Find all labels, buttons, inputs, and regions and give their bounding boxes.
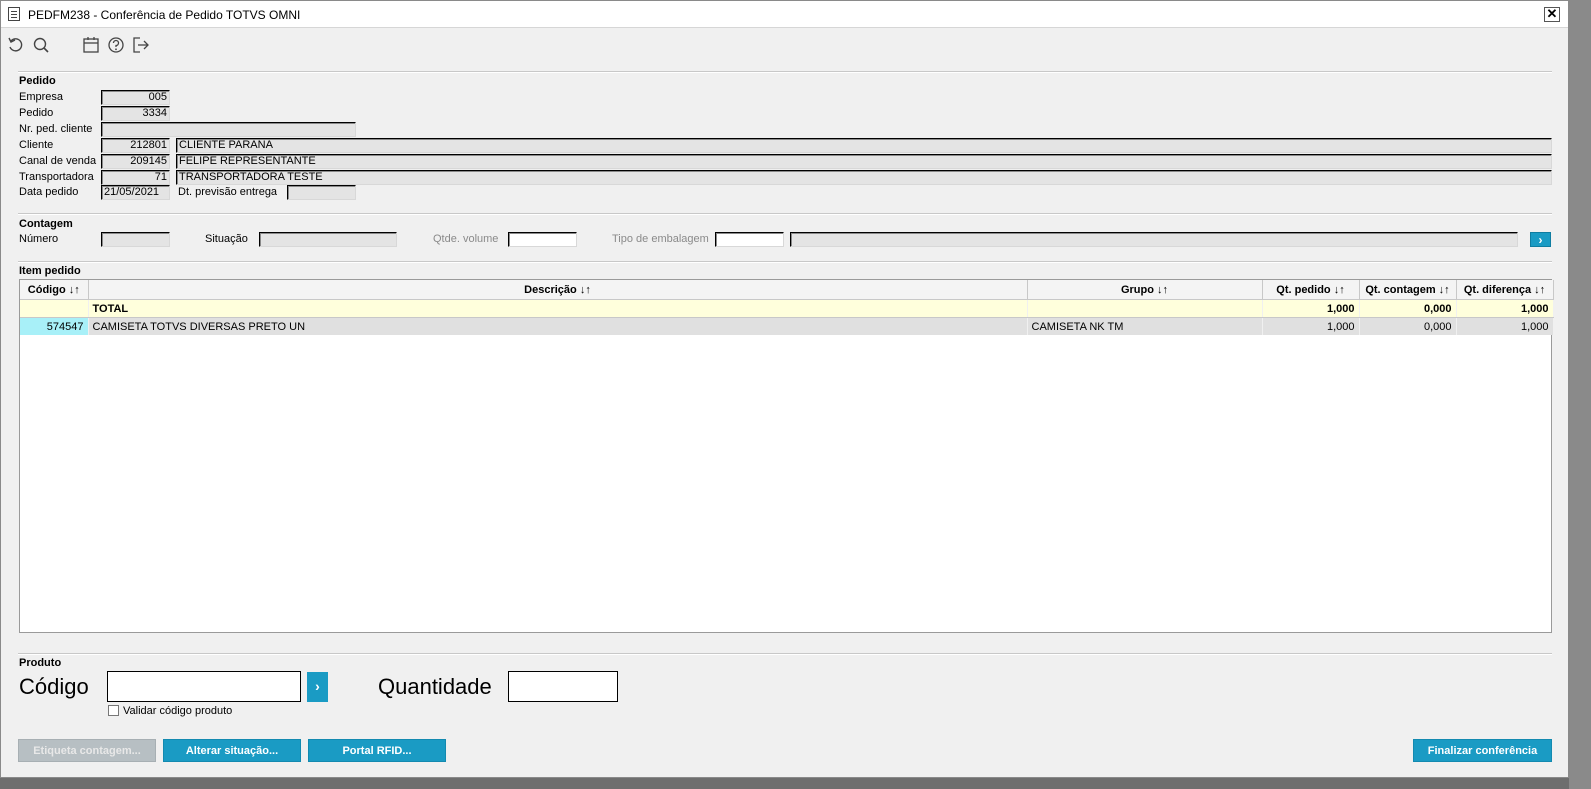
row-qt-contagem[interactable]: 0,000 — [1359, 317, 1457, 335]
toolbar — [1, 29, 1568, 59]
row-qt-pedido[interactable]: 1,000 — [1262, 317, 1360, 335]
separator — [18, 71, 1552, 73]
table-row[interactable]: 574547 CAMISETA TOTVS DIVERSAS PRETO UN … — [20, 317, 1554, 335]
qtde-volume-field[interactable] — [508, 232, 577, 247]
tipo-embalagem-desc-field[interactable] — [790, 232, 1518, 247]
total-grupo-cell — [1027, 299, 1263, 318]
row-codigo[interactable]: 574547 — [20, 317, 89, 335]
total-qt-pedido: 1,000 — [1262, 299, 1360, 318]
empresa-field[interactable]: 005 — [101, 90, 170, 105]
section-title-item-pedido: Item pedido — [19, 265, 81, 277]
items-grid[interactable]: Código ↓↑ Descrição ↓↑ Grupo ↓↑ Qt. pedi… — [19, 279, 1554, 633]
grid-header-row: Código ↓↑ Descrição ↓↑ Grupo ↓↑ Qt. pedi… — [20, 280, 1554, 300]
cliente-code-field[interactable]: 212801 — [101, 138, 170, 153]
canal-venda-code-field[interactable]: 209145 — [101, 154, 170, 169]
cliente-name-field[interactable]: CLIENTE PARANA — [176, 138, 1552, 153]
column-header-qt-contagem[interactable]: Qt. contagem ↓↑ — [1359, 280, 1457, 300]
transportadora-name-field[interactable]: TRANSPORTADORA TESTE — [176, 170, 1552, 185]
data-pedido-label: Data pedido — [19, 186, 79, 198]
tipo-embalagem-code-field[interactable] — [715, 232, 784, 247]
background-strip-right — [1569, 0, 1591, 789]
alterar-situacao-button[interactable]: Alterar situação... — [163, 739, 301, 762]
transportadora-code-field[interactable]: 71 — [101, 170, 170, 185]
separator — [18, 653, 1552, 655]
codigo-produto-go-button[interactable]: › — [307, 672, 328, 702]
validar-codigo-label: Validar código produto — [123, 705, 233, 717]
total-row: TOTAL 1,000 0,000 1,000 — [20, 299, 1554, 318]
validar-codigo-checkbox[interactable] — [108, 705, 119, 716]
total-qt-diferenca: 1,000 — [1456, 299, 1554, 318]
background-strip-bottom — [0, 778, 1569, 789]
separator — [18, 261, 1552, 263]
codigo-produto-input[interactable] — [107, 671, 301, 702]
section-title-pedido: Pedido — [19, 75, 56, 87]
numero-label: Número — [19, 233, 59, 245]
section-title-produto: Produto — [19, 657, 62, 669]
pedido-label: Pedido — [19, 107, 54, 119]
nr-ped-cliente-field[interactable] — [101, 122, 356, 137]
quantidade-input[interactable] — [508, 671, 618, 702]
canal-venda-name-field[interactable]: FELIPE REPRESENTANTE — [176, 154, 1552, 169]
nr-ped-cliente-label: Nr. ped. cliente — [19, 123, 93, 135]
row-descricao[interactable]: CAMISETA TOTVS DIVERSAS PRETO UN — [88, 317, 1028, 335]
window-title: PEDFM238 - Conferência de Pedido TOTVS O… — [28, 8, 301, 22]
close-button[interactable]: ✕ — [1544, 7, 1560, 22]
dt-previsao-field[interactable] — [287, 185, 356, 200]
situacao-label: Situação — [205, 233, 248, 245]
data-pedido-field[interactable]: 21/05/2021 — [101, 185, 170, 200]
row-grupo[interactable]: CAMISETA NK TM — [1027, 317, 1263, 335]
column-header-qt-pedido[interactable]: Qt. pedido ↓↑ — [1262, 280, 1360, 300]
row-qt-diferenca[interactable]: 1,000 — [1456, 317, 1554, 335]
total-label: TOTAL — [88, 299, 1028, 318]
situacao-field[interactable] — [259, 232, 397, 247]
column-header-descricao[interactable]: Descrição ↓↑ — [88, 280, 1028, 300]
portal-rfid-button[interactable]: Portal RFID... — [308, 739, 446, 762]
help-icon[interactable] — [107, 36, 125, 54]
column-header-grupo[interactable]: Grupo ↓↑ — [1027, 280, 1263, 300]
column-header-codigo[interactable]: Código ↓↑ — [20, 280, 89, 300]
calendar-icon[interactable] — [82, 36, 100, 54]
numero-field[interactable] — [101, 232, 170, 247]
column-header-qt-diferenca[interactable]: Qt. diferença ↓↑ — [1456, 280, 1554, 300]
undo-icon[interactable] — [7, 36, 25, 54]
section-title-contagem: Contagem — [19, 218, 73, 230]
quantidade-label: Quantidade — [378, 674, 492, 699]
canal-venda-label: Canal de venda — [19, 155, 97, 167]
codigo-produto-label: Código — [19, 674, 89, 699]
total-qt-contagem: 0,000 — [1359, 299, 1457, 318]
transportadora-label: Transportadora — [19, 171, 94, 183]
dt-previsao-label: Dt. previsão entrega — [178, 186, 278, 198]
tipo-embalagem-label: Tipo de embalagem — [612, 233, 709, 245]
window: PEDFM238 - Conferência de Pedido TOTVS O… — [0, 0, 1569, 778]
etiqueta-contagem-button[interactable]: Etiqueta contagem... — [18, 739, 156, 762]
contagem-go-button[interactable]: › — [1530, 232, 1551, 247]
search-icon[interactable] — [32, 36, 50, 54]
title-bar: PEDFM238 - Conferência de Pedido TOTVS O… — [1, 1, 1568, 28]
pedido-field[interactable]: 3334 — [101, 106, 170, 121]
separator — [18, 213, 1552, 215]
cliente-label: Cliente — [19, 139, 54, 151]
document-icon — [8, 7, 20, 21]
finalizar-conferencia-button[interactable]: Finalizar conferência — [1413, 739, 1552, 762]
exit-icon[interactable] — [132, 36, 150, 54]
empresa-label: Empresa — [19, 91, 64, 103]
total-codigo-cell — [20, 299, 89, 318]
qtde-volume-label: Qtde. volume — [433, 233, 499, 245]
